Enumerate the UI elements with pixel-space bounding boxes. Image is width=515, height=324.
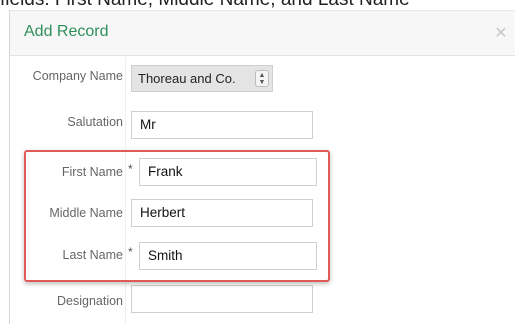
company-name-value: Thoreau and Co. [138,71,236,86]
designation-row: Designation [10,281,515,321]
first-name-row: First Name * Frank [10,152,515,192]
designation-input[interactable] [131,285,313,313]
dialog-header: Add Record ✕ [10,10,515,56]
dialog-title: Add Record [24,23,109,40]
middle-name-label: Middle Name [49,206,123,220]
first-name-input[interactable]: Frank [139,158,317,186]
last-name-input[interactable]: Smith [139,242,317,270]
company-name-label: Company Name [32,69,123,83]
last-name-label: Last Name [62,248,123,262]
middle-name-input[interactable]: Herbert [131,199,313,227]
middle-name-row: Middle Name Herbert [10,193,515,233]
required-asterisk: * [128,245,133,259]
salutation-input[interactable]: Mr [131,111,313,139]
caption-text: fields: First Name, Middle Name, and Las… [0,0,515,9]
last-name-row: Last Name * Smith [10,235,515,275]
close-icon[interactable]: ✕ [494,26,508,42]
company-name-select[interactable]: Thoreau and Co. ▲ ▼ [131,65,273,92]
salutation-label: Salutation [67,115,123,129]
designation-label: Designation [56,294,123,308]
add-record-dialog: Add Record ✕ Company Name Thoreau and Co… [9,10,515,324]
spinner-updown-icon[interactable]: ▲ ▼ [255,70,269,87]
salutation-row: Salutation Mr [10,102,515,142]
required-asterisk: * [128,162,133,176]
company-name-row: Company Name Thoreau and Co. ▲ ▼ [10,56,515,96]
first-name-label: First Name [61,165,123,179]
